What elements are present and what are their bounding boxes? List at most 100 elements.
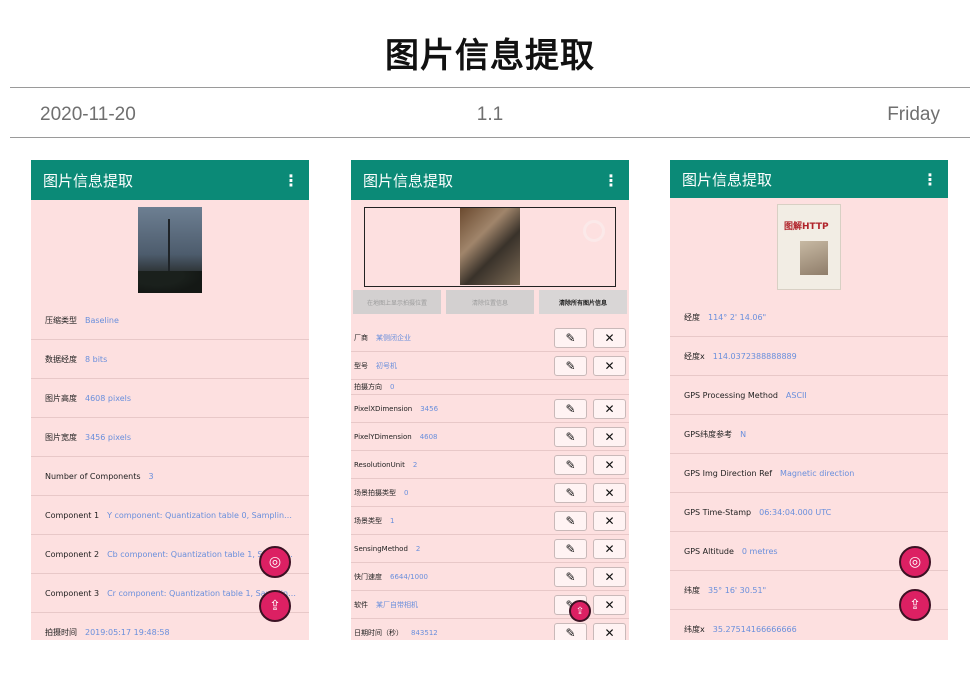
field-label: 压缩类型 (45, 315, 77, 325)
edit-icon[interactable]: ✎ (554, 427, 587, 447)
phone-screen-exif-basic: 图片信息提取 ⋮ 压缩类型 Baseline 数据经度 8 bits 图片高度 4608 … (31, 160, 309, 640)
list-item[interactable]: GPS纬度参考 N (670, 415, 948, 454)
list-item[interactable]: 数据经度 8 bits (31, 340, 309, 379)
photo-thumbnail[interactable] (138, 207, 202, 293)
upload-fab[interactable]: ⇪ (569, 600, 591, 622)
edit-icon[interactable]: ✎ (554, 511, 587, 531)
field-label: 场景类型 (354, 516, 382, 525)
field-value: 某侧闭企业 (376, 333, 411, 342)
phone-screen-gps: 图片信息提取 ⋮ 图解HTTP 经度 114° 2' 14.06" 经度x 114.0… (670, 160, 948, 640)
field-value: N (740, 429, 747, 439)
location-fab[interactable]: ◎ (259, 546, 291, 578)
map-preview[interactable] (364, 207, 616, 287)
delete-icon[interactable]: ✕ (593, 427, 626, 447)
field-value: 2019:05:17 19:48:58 (85, 627, 170, 637)
list-item[interactable]: Component 1 Y component: Quantization tab… (31, 496, 309, 535)
upload-icon: ⇪ (575, 605, 585, 617)
edit-icon[interactable]: ✎ (554, 483, 587, 503)
app-title: 图片信息提取 (43, 171, 134, 190)
list-item: PixelYDimension 4608 ✎ ✕ (351, 423, 629, 451)
field-value: 06:34:04.000 UTC (759, 507, 832, 517)
clear-location-button[interactable]: 清除位置信息 (446, 290, 534, 314)
field-label: Component 1 (45, 510, 100, 520)
more-menu-icon[interactable]: ⋮ (603, 171, 619, 190)
app-bar: 图片信息提取 ⋮ (351, 160, 629, 200)
list-item: 拍摄方向 0 (351, 380, 629, 395)
field-value: 某厂自带相机 (376, 600, 418, 609)
list-item: SensingMethod 2 ✎ ✕ (351, 535, 629, 563)
delete-icon[interactable]: ✕ (593, 539, 626, 559)
show-location-button[interactable]: 在地图上显示拍摄位置 (353, 290, 441, 314)
page: 图片信息提取 2020-11-20 1.1 Friday 图片信息提取 ⋮ 压缩… (0, 0, 980, 700)
photo-thumbnail[interactable] (460, 208, 520, 285)
more-menu-icon[interactable]: ⋮ (283, 171, 299, 190)
field-value: Y component: Quantization table 0, Sampl… (107, 510, 297, 520)
field-value: 4608 (419, 432, 438, 441)
field-value: 843512 (411, 628, 438, 637)
list-item[interactable]: 经度 114° 2' 14.06" (670, 298, 948, 337)
edit-icon[interactable]: ✎ (554, 328, 587, 348)
field-value: Magnetic direction (780, 468, 855, 478)
field-value: 35.27514166666666 (712, 624, 797, 634)
delete-icon[interactable]: ✕ (593, 455, 626, 475)
field-value: 2 (412, 460, 418, 469)
more-menu-icon[interactable]: ⋮ (922, 170, 938, 189)
delete-icon[interactable]: ✕ (593, 567, 626, 587)
field-value: ASCII (785, 390, 807, 400)
field-label: Component 2 (45, 549, 100, 559)
clear-all-info-button[interactable]: 清除所有图片信息 (539, 290, 627, 314)
photo-thumbnail[interactable]: 图解HTTP (777, 204, 841, 290)
delete-icon[interactable]: ✕ (593, 511, 626, 531)
field-label: PixelXDimension (354, 404, 413, 413)
version-label: 1.1 (476, 104, 504, 125)
list-item[interactable]: 图片宽度 3456 pixels (31, 418, 309, 457)
delete-icon[interactable]: ✕ (593, 328, 626, 348)
divider-bottom (10, 137, 970, 138)
field-value: 8 bits (85, 354, 108, 364)
field-value: 6644/1000 (390, 572, 428, 581)
field-label: 拍摄时间 (45, 627, 77, 637)
field-label: 图片高度 (45, 393, 77, 403)
app-title: 图片信息提取 (363, 171, 454, 190)
exif-edit-list: 厂商 某侧闭企业 ✎ ✕ 型号 初号机 ✎ ✕ 拍摄方向 0 PixelXDimension 3456… (351, 324, 629, 640)
location-icon: ◎ (268, 554, 282, 570)
upload-fab[interactable]: ⇪ (259, 590, 291, 622)
field-label: 纬度x (684, 624, 705, 634)
upload-fab[interactable]: ⇪ (899, 589, 931, 621)
edit-icon[interactable]: ✎ (554, 567, 587, 587)
field-label: 纬度 (684, 585, 700, 595)
field-value: 114° 2' 14.06" (708, 312, 767, 322)
edit-icon[interactable]: ✎ (554, 356, 587, 376)
list-item: ResolutionUnit 2 ✎ ✕ (351, 451, 629, 479)
list-item[interactable]: Number of Components 3 (31, 457, 309, 496)
edit-icon[interactable]: ✎ (554, 399, 587, 419)
list-item[interactable]: 压缩类型 Baseline (31, 301, 309, 340)
book-cover-title: 图解HTTP (784, 222, 829, 232)
delete-icon[interactable]: ✕ (593, 483, 626, 503)
delete-icon[interactable]: ✕ (593, 623, 626, 640)
page-title: 图片信息提取 (385, 36, 595, 76)
edit-icon[interactable]: ✎ (554, 455, 587, 475)
field-label: GPS Img Direction Ref (684, 468, 773, 478)
list-item[interactable]: GPS Img Direction Ref Magnetic direction (670, 454, 948, 493)
gps-list: 经度 114° 2' 14.06" 经度x 114.0372388888889 GPS … (670, 298, 948, 640)
list-item: 快门速度 6644/1000 ✎ ✕ (351, 563, 629, 591)
field-label: GPS Time-Stamp (684, 507, 752, 517)
location-fab[interactable]: ◎ (899, 546, 931, 578)
list-item[interactable]: 图片高度 4608 pixels (31, 379, 309, 418)
list-item[interactable]: GPS Time-Stamp 06:34:04.000 UTC (670, 493, 948, 532)
delete-icon[interactable]: ✕ (593, 356, 626, 376)
delete-icon[interactable]: ✕ (593, 595, 626, 615)
list-item: 厂商 某侧闭企业 ✎ ✕ (351, 324, 629, 352)
loading-spinner-icon (583, 220, 605, 242)
edit-icon[interactable]: ✎ (554, 623, 587, 640)
field-value: 4608 pixels (85, 393, 132, 403)
list-item: 场景类型 1 ✎ ✕ (351, 507, 629, 535)
field-label: 快门速度 (354, 572, 382, 581)
edit-icon[interactable]: ✎ (554, 539, 587, 559)
delete-icon[interactable]: ✕ (593, 399, 626, 419)
list-item[interactable]: GPS Processing Method ASCII (670, 376, 948, 415)
book-cover-art (800, 241, 828, 275)
list-item: 日期时间（秒） 843512 ✎ ✕ (351, 619, 629, 640)
list-item[interactable]: 经度x 114.0372388888889 (670, 337, 948, 376)
